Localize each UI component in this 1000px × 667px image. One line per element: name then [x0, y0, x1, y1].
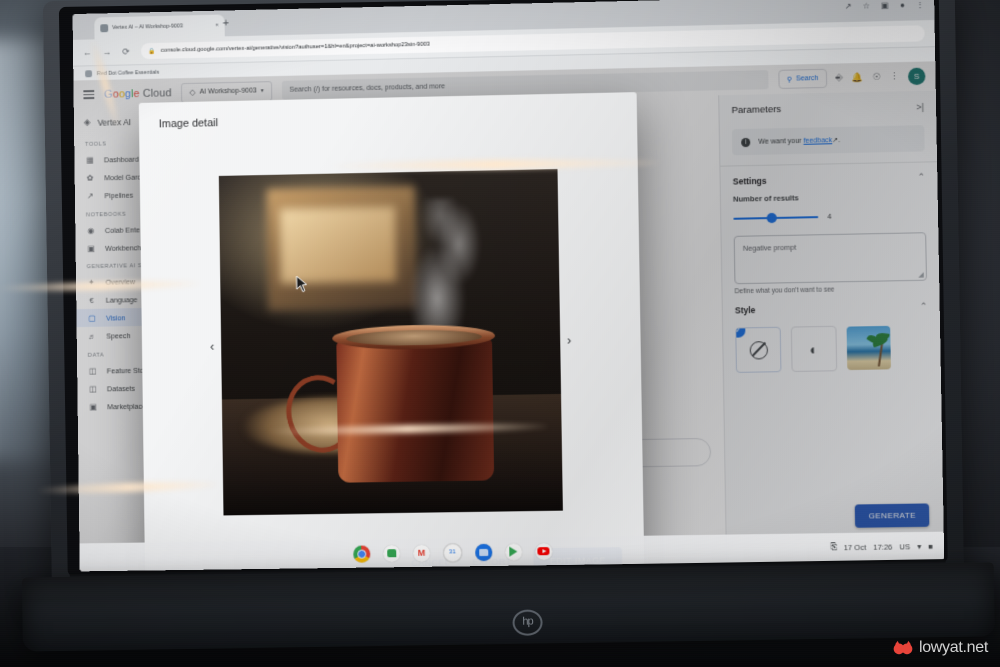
chrome-icon[interactable] [352, 544, 371, 563]
files-icon[interactable] [474, 543, 493, 561]
shelf-time: 17:26 [873, 541, 893, 552]
photo-of-laptop-screen: Vertex AI – AI Workshop-9003 × + ↗ ☆ ▣ ●… [0, 0, 1000, 667]
back-button[interactable]: ← [83, 47, 92, 57]
messages-icon[interactable] [382, 544, 401, 562]
profile-icon[interactable]: ● [900, 1, 905, 10]
reload-button[interactable]: ⟳ [122, 46, 130, 57]
shelf-locale: US [899, 541, 911, 551]
image-detail-dialog: Image detail ‹ › [138, 92, 645, 572]
bookmark-folder-icon [85, 70, 93, 78]
lock-icon: 🔒 [148, 48, 156, 55]
extensions-icon[interactable]: ▣ [881, 1, 889, 10]
close-icon[interactable]: × [215, 23, 219, 29]
new-tab-button[interactable]: + [223, 17, 230, 29]
window-controls: ↗ ☆ ▣ ● ⋮ [845, 0, 925, 11]
tab-title: Vertex AI – AI Workshop-9003 [112, 23, 184, 32]
gcp-console: Google Cloud ◇ AI Workshop-9003 ▾ Search… [73, 61, 945, 572]
photo-cup-body [335, 337, 495, 484]
battery-icon[interactable]: ■ [928, 541, 933, 550]
share-icon[interactable]: ↗ [845, 2, 852, 11]
shelf-date: 17 Oct [843, 542, 867, 552]
vertex-ai-favicon [100, 24, 109, 33]
forward-button[interactable]: → [103, 47, 112, 57]
photo-window-highlight [279, 206, 396, 284]
laptop-screen: Vertex AI – AI Workshop-9003 × + ↗ ☆ ▣ ●… [72, 0, 945, 572]
gmail-icon[interactable]: M [412, 544, 431, 562]
play-store-icon[interactable] [504, 542, 523, 561]
laptop-palmrest [21, 562, 995, 652]
shelf-status-tray[interactable]: ⎘ 17 Oct 17:26 US ▾ ■ [830, 541, 944, 553]
url-text: console.cloud.google.com/vertex-ai/gener… [160, 41, 430, 54]
youtube-icon[interactable] [534, 542, 553, 560]
next-image-arrow[interactable]: › [560, 332, 578, 347]
photo-steam [394, 197, 499, 343]
chrome-browser: Vertex AI – AI Workshop-9003 × + ↗ ☆ ▣ ●… [72, 0, 945, 572]
wifi-icon[interactable]: ▾ [917, 542, 921, 551]
bookmark-star-icon[interactable]: ☆ [863, 1, 870, 10]
screen-capture-icon[interactable]: ⎘ [830, 542, 836, 552]
more-vert-icon[interactable]: ⋮ [916, 0, 924, 9]
laptop: Vertex AI – AI Workshop-9003 × + ↗ ☆ ▣ ●… [3, 0, 1000, 667]
steaming-copper-cup-photo[interactable] [218, 169, 563, 516]
bookmark-label[interactable]: Red Dot Coffee Essentials [97, 69, 159, 76]
calendar-icon[interactable]: 31 [442, 542, 463, 563]
previous-image-arrow[interactable]: ‹ [203, 338, 221, 353]
dialog-body: ‹ › [139, 130, 644, 553]
browser-tab[interactable]: Vertex AI – AI Workshop-9003 × [94, 14, 225, 40]
